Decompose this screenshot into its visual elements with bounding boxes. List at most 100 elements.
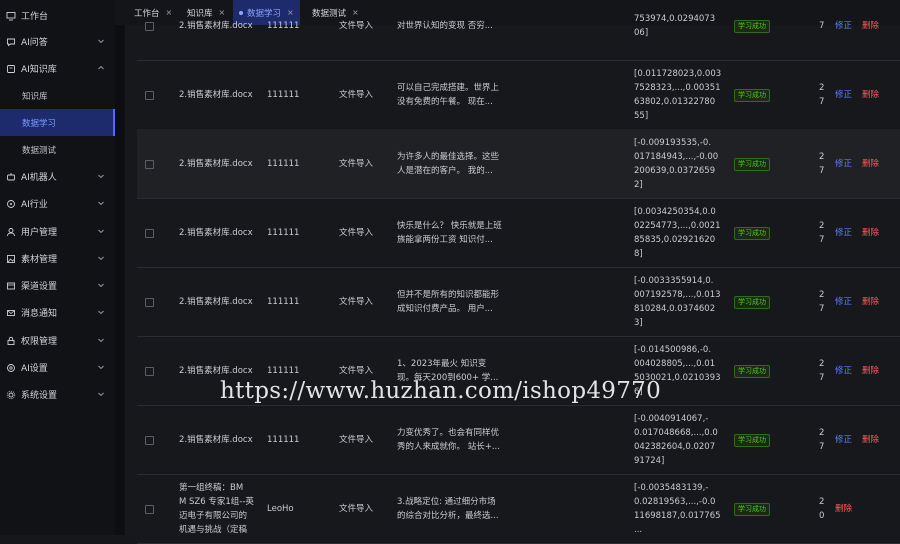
row-checkbox[interactable] bbox=[145, 297, 154, 307]
count-cell: 7 bbox=[819, 165, 825, 176]
sidebar-item-label: 渠道设置 bbox=[21, 282, 58, 292]
count-cell: 2 bbox=[819, 220, 825, 231]
count-cell: 7 bbox=[819, 372, 825, 383]
sidebar-item-label: 素材管理 bbox=[21, 255, 58, 265]
vector-cell: ... bbox=[634, 524, 643, 535]
content-preview: 的综合对比分析，最终选... bbox=[397, 510, 499, 521]
status-badge: 学习成功 bbox=[734, 88, 770, 102]
sidebar-item-label: 消息通知 bbox=[21, 309, 58, 319]
source-cell: 文件导入 bbox=[339, 365, 374, 376]
status-badge: 学习成功 bbox=[734, 226, 770, 240]
row-checkbox[interactable] bbox=[145, 366, 154, 376]
vector-cell: 810284,0.0374602 bbox=[634, 303, 716, 314]
content-preview: 可以自己完成搭建。世界上 bbox=[397, 82, 500, 93]
content-preview: 为许多人的最佳选择。这些 bbox=[397, 151, 500, 162]
delete-button[interactable]: 删除 bbox=[862, 364, 879, 378]
delete-button[interactable]: 删除 bbox=[862, 88, 879, 102]
row-checkbox[interactable] bbox=[145, 159, 154, 169]
chevron-down-icon bbox=[97, 37, 105, 45]
sidebar-item-12[interactable]: 权限管理 bbox=[0, 327, 115, 354]
delete-button[interactable]: 删除 bbox=[862, 157, 879, 171]
sidebar-item-5[interactable]: 数据测试 bbox=[0, 136, 115, 163]
sidebar-item-label: AI知识库 bbox=[21, 65, 57, 75]
delete-button[interactable]: 删除 bbox=[862, 226, 879, 240]
sidebar-item-6[interactable]: AI机器人 bbox=[0, 163, 115, 190]
vector-cell: 0.017048668,...,0.0 bbox=[634, 427, 718, 438]
table-row: 2.销售素材库.docx 111111 文件导入 为许多人的最佳选择。这些 人是潜在的客… bbox=[137, 129, 900, 199]
delete-button[interactable]: 删除 bbox=[862, 19, 879, 33]
sidebar-item-2[interactable]: AI知识库 bbox=[0, 55, 115, 82]
chevron-down-icon bbox=[97, 363, 105, 371]
sidebar-item-1[interactable]: AI问答 bbox=[0, 28, 115, 55]
vector-cell: 11698187,0.017765 bbox=[634, 510, 721, 521]
row-checkbox[interactable] bbox=[145, 435, 154, 445]
source-cell: 文件导入 bbox=[339, 503, 374, 514]
user-icon bbox=[6, 227, 16, 237]
code-cell: 111111 bbox=[267, 89, 300, 100]
edit-button[interactable]: 修正 bbox=[835, 295, 852, 309]
sidebar-item-label: AI机器人 bbox=[21, 173, 57, 183]
sidebar-item-9[interactable]: 素材管理 bbox=[0, 245, 115, 272]
file-name: 2.销售素材库.docx bbox=[179, 158, 253, 169]
source-cell: 文件导入 bbox=[339, 227, 374, 238]
sidebar-item-10[interactable]: 渠道设置 bbox=[0, 272, 115, 299]
content-preview: 但并不是所有的知识都能形 bbox=[397, 289, 500, 300]
code-cell: 111111 bbox=[267, 227, 300, 238]
sidebar-item-14[interactable]: 系统设置 bbox=[0, 381, 115, 408]
sidebar-item-3[interactable]: 知识库 bbox=[0, 82, 115, 109]
sidebar-item-label: AI问答 bbox=[21, 38, 48, 48]
delete-button[interactable]: 删除 bbox=[835, 502, 852, 516]
sidebar-item-label: AI设置 bbox=[21, 364, 48, 374]
vector-cell: 91724] bbox=[634, 455, 665, 466]
table-row: 2.销售素材库.docx 111111 文件导入 力变优秀了。也会有同样优 秀的人来成就… bbox=[137, 405, 900, 475]
vector-cell: [-0.0040914067,- bbox=[634, 413, 709, 424]
chevron-up-icon bbox=[97, 64, 105, 72]
edit-button[interactable]: 修正 bbox=[835, 226, 852, 240]
table-row: 2.销售素材库.docx 111111 文件导入 可以自己完成搭建。世界上 没有免费的午… bbox=[137, 60, 900, 130]
delete-button[interactable]: 删除 bbox=[862, 295, 879, 309]
edit-button[interactable]: 修正 bbox=[835, 157, 852, 171]
image-icon bbox=[6, 254, 16, 264]
status-badge: 学习成功 bbox=[734, 502, 770, 516]
row-checkbox[interactable] bbox=[145, 21, 154, 31]
vector-cell: 8] bbox=[634, 248, 643, 259]
content-preview: 秀的人来成就你。 站长+... bbox=[397, 441, 500, 452]
sidebar-item-0[interactable]: 工作台 bbox=[0, 2, 115, 29]
file-name: M SZ6 专家1组--英 bbox=[179, 496, 254, 507]
row-checkbox[interactable] bbox=[145, 228, 154, 238]
vector-cell: 753974,0.0294073 bbox=[634, 13, 716, 24]
vector-cell: 63802,0.01322780 bbox=[634, 96, 716, 107]
vector-cell: [-0.009193535,-0. bbox=[634, 137, 712, 148]
source-cell: 文件导入 bbox=[339, 296, 374, 307]
sidebar-item-4[interactable]: 数据学习 bbox=[0, 109, 115, 136]
status-badge: 学习成功 bbox=[734, 433, 770, 447]
file-name: 2.销售素材库.docx bbox=[179, 296, 253, 307]
vector-cell: 007192578,...,0.013 bbox=[634, 289, 721, 300]
edit-button[interactable]: 修正 bbox=[835, 19, 852, 33]
content-preview: 成知识付费产品。 用户... bbox=[397, 303, 493, 314]
count-cell: 7 bbox=[819, 96, 825, 107]
edit-button[interactable]: 修正 bbox=[835, 433, 852, 447]
industry-icon bbox=[6, 199, 16, 209]
edit-button[interactable]: 修正 bbox=[835, 88, 852, 102]
count-cell: 7 bbox=[819, 441, 825, 452]
chevron-down-icon bbox=[97, 254, 105, 262]
sidebar-item-8[interactable]: 用户管理 bbox=[0, 218, 115, 245]
table-row: 2.销售素材库.docx 111111 文件导入 对世界认知的变现 否穷... 7539… bbox=[137, 0, 900, 61]
file-name: 第一组终稿：BM bbox=[179, 482, 244, 493]
row-checkbox[interactable] bbox=[145, 90, 154, 100]
content-preview: 快乐是什么？ 快乐就是上班 bbox=[397, 220, 502, 231]
sidebar: 工作台 AI问答 AI知识库知识库 数据学习 数据测试 AI机器人 AI行业 用户管理素材管理… bbox=[0, 0, 116, 535]
sidebar-item-11[interactable]: 消息通知 bbox=[0, 299, 115, 326]
delete-button[interactable]: 删除 bbox=[862, 433, 879, 447]
code-cell: 111111 bbox=[267, 365, 300, 376]
vector-cell: [-0.014500986,-0. bbox=[634, 344, 712, 355]
sidebar-item-13[interactable]: AI设置 bbox=[0, 354, 115, 381]
content-preview: 没有免费的午餐。 现在... bbox=[397, 96, 493, 107]
chevron-down-icon bbox=[97, 172, 105, 180]
row-checkbox[interactable] bbox=[145, 504, 154, 514]
table-row: 第一组终稿：BM M SZ6 专家1组--英 迈电子有限公司的 机遇与挑战（定稿 Leo… bbox=[137, 474, 900, 544]
vector-cell: 7528323,...,0.00351 bbox=[634, 82, 721, 93]
edit-button[interactable]: 修正 bbox=[835, 364, 852, 378]
sidebar-item-7[interactable]: AI行业 bbox=[0, 190, 115, 217]
